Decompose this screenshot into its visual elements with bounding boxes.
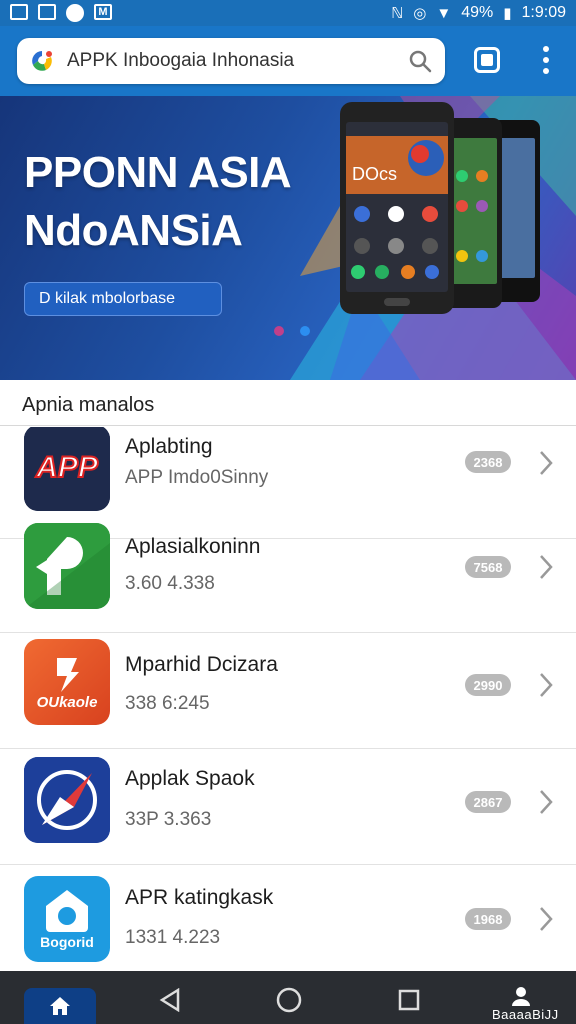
app-icon-graphic: [46, 890, 88, 932]
phone-front: DOcs: [340, 102, 454, 314]
more-vert-icon[interactable]: [536, 44, 556, 76]
app-icon-graphic: [24, 757, 110, 843]
banner-title-line-2: NdoANSiA: [24, 206, 243, 255]
app-name: Applak Spaok: [125, 767, 255, 790]
search-icon[interactable]: [407, 48, 433, 74]
app-name: Aplabting: [125, 435, 213, 458]
status-bar: M ℕ ◎ ▼ 49% ▮ 1:9:09: [0, 0, 576, 26]
battery-level: 49%: [461, 4, 494, 21]
app-icon: APP: [24, 427, 110, 511]
chevron-right-icon[interactable]: [536, 552, 556, 582]
app-name: Mparhid Dcizara: [125, 653, 278, 676]
chevron-right-icon[interactable]: [536, 448, 556, 478]
app-icon: [24, 757, 110, 843]
app-icon-graphic: [57, 657, 79, 692]
app-subtitle: 3.60 4.338: [125, 573, 215, 594]
svg-text:DOcs: DOcs: [352, 164, 397, 184]
section-title: Apnia manalos: [0, 380, 576, 426]
clock: 1:9:09: [521, 4, 566, 21]
app-icon: OUkaole: [24, 639, 110, 725]
home-circle-icon[interactable]: [276, 987, 302, 1013]
app-badge: 1968: [465, 908, 511, 930]
app-subtitle: 338 6:245: [125, 693, 210, 714]
app-badge: 7568: [465, 556, 511, 578]
chevron-right-icon[interactable]: [536, 670, 556, 700]
list-item[interactable]: Applak Spaok 33P 3.363 2867: [0, 749, 576, 865]
notification-icons: M: [10, 4, 112, 22]
app-badge: 2867: [465, 791, 511, 813]
app-list: APP Aplabting APP Imdo0Sinny 2368 Aplasi…: [0, 427, 576, 971]
app-badge: 2990: [465, 674, 511, 696]
carousel-dot-1[interactable]: [274, 326, 284, 336]
search-query[interactable]: APPK Inboogaia Inhonasia: [67, 50, 294, 72]
person-icon[interactable]: [510, 985, 532, 1007]
search-bar[interactable]: APPK Inboogaia Inhonasia: [17, 38, 445, 84]
recents-icon[interactable]: [398, 989, 420, 1011]
app-icon-text: OUkaole: [36, 693, 98, 711]
chevron-right-icon[interactable]: [536, 787, 556, 817]
gallery-notification-icon: [10, 4, 28, 20]
banner-title: PPONN ASIA NdoANSiA: [24, 144, 292, 260]
carousel-indicator[interactable]: [274, 326, 310, 336]
app-badge: 2368: [465, 451, 511, 473]
app-name: Aplasialkoninn: [125, 535, 261, 558]
app-name: APR katingkask: [125, 886, 274, 909]
list-item[interactable]: Aplasialkoninn 3.60 4.338 7568: [0, 517, 576, 633]
app-subtitle: 33P 3.363: [125, 809, 212, 830]
image-notification-icon: [38, 4, 56, 20]
wifi-icon: ▼: [436, 4, 452, 22]
app-icon-graphic: [24, 523, 110, 609]
app-notification-icon: [66, 4, 84, 22]
tabs-icon[interactable]: [474, 47, 500, 73]
carousel-dot-2[interactable]: [300, 326, 310, 336]
app-bar: APPK Inboogaia Inhonasia: [0, 26, 576, 96]
back-icon[interactable]: [158, 988, 182, 1012]
status-indicators: ℕ ◎ ▼ 49% ▮ 1:9:09: [391, 4, 566, 22]
app-logo-icon: [29, 48, 55, 74]
app-subtitle: APP Imdo0Sinny: [125, 467, 269, 488]
navigation-bar: BaaaaBiJJ: [0, 971, 576, 1024]
list-item[interactable]: Bogorid APR katingkask 1331 4.223 1968: [0, 868, 576, 971]
app-subtitle: 1331 4.223: [125, 927, 221, 948]
app-icon: [24, 523, 110, 609]
hotspot-icon: ◎: [413, 5, 427, 22]
banner-title-line-1: PPONN ASIA: [24, 148, 292, 197]
banner-action-button[interactable]: D kilak mbolorbase: [24, 282, 222, 316]
battery-icon: ▮: [503, 5, 512, 22]
promo-banner[interactable]: DOcs PPONN ASIA NdoANSiA D kilak mbolorb…: [0, 96, 576, 380]
list-item[interactable]: OUkaole Mparhid Dcizara 338 6:245 2990: [0, 633, 576, 749]
profile-label: BaaaaBiJJ: [492, 1007, 559, 1022]
app-icon-text: APP: [35, 451, 99, 484]
home-icon[interactable]: [24, 988, 96, 1024]
app-icon: Bogorid: [24, 876, 110, 962]
nfc-icon: ℕ: [391, 5, 404, 22]
app-icon-text: Bogorid: [40, 934, 94, 950]
chevron-right-icon[interactable]: [536, 904, 556, 934]
mail-notification-icon: M: [94, 4, 112, 20]
